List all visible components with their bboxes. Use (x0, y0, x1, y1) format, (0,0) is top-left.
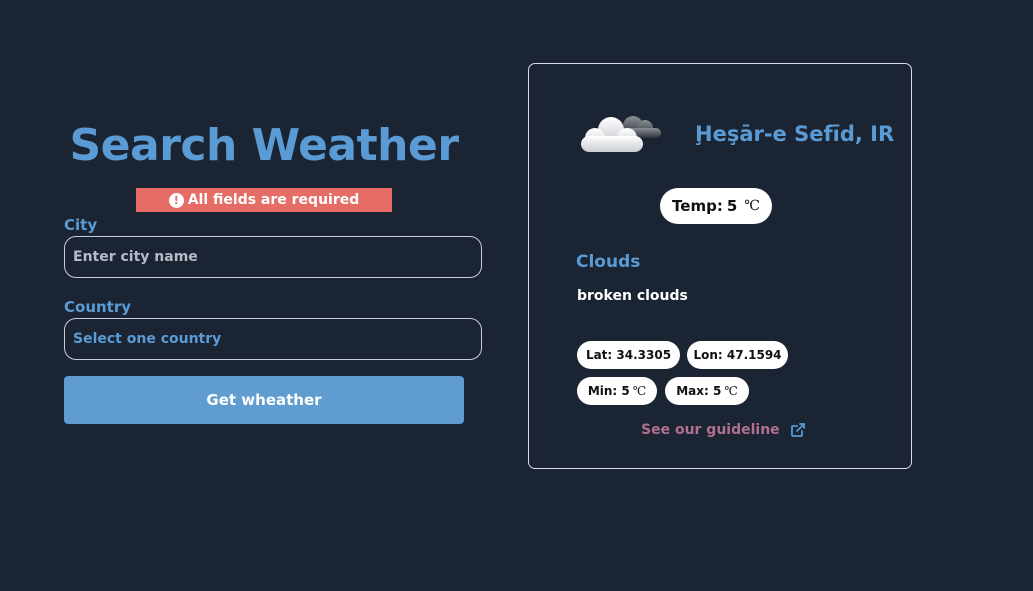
min-temp-unit: ℃ (632, 384, 647, 398)
weather-page: Search Weather ! All fields are required… (0, 0, 1033, 591)
guideline-link[interactable]: See our guideline (641, 422, 806, 438)
temp-unit: ℃ (744, 198, 760, 214)
temp-value: 5 (726, 197, 738, 215)
city-field[interactable] (64, 236, 482, 278)
temp-label: Temp: (672, 197, 723, 215)
latitude-chip: Lat: 34.3305 (577, 341, 680, 369)
city-name: Ḩeşār-e Sefīd, IR (695, 122, 895, 146)
external-link-icon (790, 423, 805, 437)
broken-clouds-icon (581, 116, 661, 152)
longitude-chip: Lon: 47.1594 (687, 341, 788, 369)
get-weather-button[interactable]: Get wheather (64, 376, 464, 424)
exclamation-icon: ! (168, 192, 184, 208)
page-title: Search Weather (69, 120, 459, 171)
max-temp-unit: ℃ (724, 384, 738, 398)
min-temp-chip: Min: 5 ℃ (577, 377, 657, 405)
weather-main: Clouds (576, 252, 641, 272)
temperature-badge: Temp: 5 ℃ (660, 188, 772, 224)
city-label: City (64, 216, 98, 234)
alert-text: All fields are required (187, 192, 360, 208)
max-temp-chip: Max: 5 ℃ (665, 377, 749, 405)
weather-card: Ḩeşār-e Sefīd, IR Temp: 5 ℃ Clouds broke… (528, 63, 912, 469)
min-temp-label: Min: 5 (587, 384, 630, 398)
error-alert: ! All fields are required (136, 188, 392, 212)
country-select-value: Select one country (73, 331, 222, 347)
country-label: Country (64, 298, 132, 316)
max-temp-label: Max: 5 (676, 384, 722, 398)
city-input[interactable] (73, 249, 473, 265)
country-select[interactable]: Select one country (64, 318, 482, 360)
guideline-link-text: See our guideline (641, 422, 780, 438)
weather-description: broken clouds (577, 288, 688, 304)
